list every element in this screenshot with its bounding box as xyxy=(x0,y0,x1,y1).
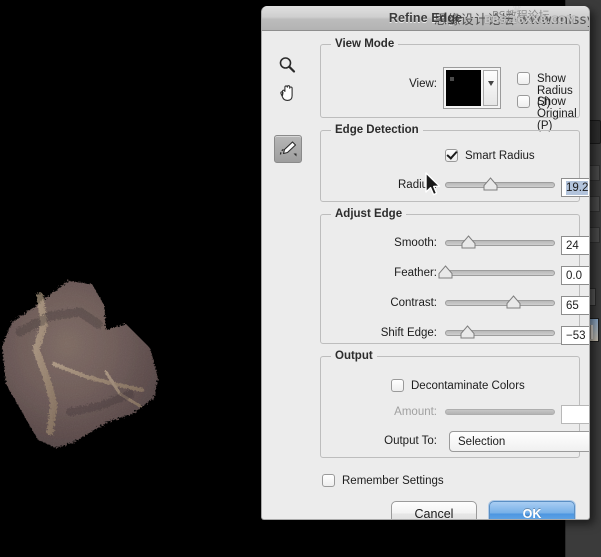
ok-button[interactable]: OK xyxy=(489,501,575,520)
show-original-label: Show Original (P) xyxy=(537,96,579,132)
watermark-forum-name: PS教程论坛 xyxy=(492,7,550,23)
amount-input xyxy=(561,405,590,424)
radius-slider-thumb[interactable] xyxy=(483,177,498,191)
remember-settings-checkbox[interactable] xyxy=(322,474,335,487)
dialog-toolstrip xyxy=(262,30,314,519)
refine-radius-tool-button[interactable] xyxy=(274,135,302,163)
radius-input[interactable]: 19.2 xyxy=(561,178,590,197)
shift-edge-input[interactable]: −53 xyxy=(561,326,590,345)
radius-value: 19.2 xyxy=(566,181,588,195)
edge-detection-group-title: Edge Detection xyxy=(331,124,423,136)
output-group: Output Decontaminate Colors Amount: % Ou… xyxy=(320,356,580,458)
cancel-button[interactable]: Cancel xyxy=(391,501,477,520)
view-label: View: xyxy=(379,78,437,90)
view-mode-group-title: View Mode xyxy=(331,38,398,50)
adjust-edge-group: Adjust Edge Smooth: 24 Feather: 0.0 px C… xyxy=(320,214,580,344)
hand-tool-button[interactable] xyxy=(274,80,300,106)
show-radius-checkbox[interactable] xyxy=(517,72,530,85)
zoom-tool-button[interactable] xyxy=(274,52,300,78)
contrast-input[interactable]: 65 xyxy=(561,296,590,315)
smooth-value: 24 xyxy=(566,240,579,252)
radius-slider-track[interactable] xyxy=(445,182,555,188)
refine-radius-brush-icon xyxy=(278,140,298,158)
output-group-title: Output xyxy=(331,350,377,362)
feather-value: 0.0 xyxy=(566,270,582,282)
contrast-slider-thumb[interactable] xyxy=(506,295,521,309)
output-to-label: Output To: xyxy=(347,435,437,447)
feather-slider-track[interactable] xyxy=(445,270,555,276)
view-mode-preview-dropdown[interactable] xyxy=(443,67,501,109)
shift-edge-value: −53 xyxy=(566,330,586,342)
decontaminate-colors-label: Decontaminate Colors xyxy=(411,380,525,392)
view-mode-preview-thumbnail xyxy=(446,70,481,106)
contrast-label: Contrast: xyxy=(347,297,437,309)
watermark-crown: ♛ xyxy=(512,6,522,16)
smooth-label: Smooth: xyxy=(347,237,437,249)
dialog-title: Refine Edge xyxy=(389,11,462,25)
shift-edge-label: Shift Edge: xyxy=(337,327,437,339)
chevron-down-icon[interactable] xyxy=(483,70,498,106)
dialog-titlebar[interactable]: Refine Edge ♛ 思缘设计论坛 www.missyuan.com PS… xyxy=(262,6,589,31)
amount-slider-track xyxy=(445,409,555,415)
smart-radius-label: Smart Radius xyxy=(465,150,535,162)
decontaminate-colors-checkbox[interactable] xyxy=(391,379,404,392)
output-to-select[interactable]: Selection xyxy=(449,431,590,452)
smooth-input[interactable]: 24 xyxy=(561,236,590,255)
rock-image xyxy=(0,272,212,478)
amount-label: Amount: xyxy=(357,406,437,418)
shift-edge-slider-thumb[interactable] xyxy=(460,325,475,339)
watermark-forum-url: BBS.16XX8.COM xyxy=(484,15,576,26)
hand-icon xyxy=(278,83,297,103)
smooth-slider-thumb[interactable] xyxy=(461,235,476,249)
refine-edge-dialog: Refine Edge ♛ 思缘设计论坛 www.missyuan.com PS… xyxy=(261,6,590,520)
contrast-slider-track[interactable] xyxy=(445,300,555,306)
edge-detection-group: Edge Detection Smart Radius Radius: 19.2… xyxy=(320,130,580,202)
smart-radius-checkbox[interactable] xyxy=(445,149,458,162)
magnifier-icon xyxy=(278,56,296,74)
remember-settings-label: Remember Settings xyxy=(342,475,444,487)
feather-label: Feather: xyxy=(347,267,437,279)
adjust-edge-group-title: Adjust Edge xyxy=(331,208,406,220)
show-original-checkbox[interactable] xyxy=(517,95,530,108)
output-to-value: Selection xyxy=(458,436,505,448)
contrast-value: 65 xyxy=(566,300,579,312)
feather-input[interactable]: 0.0 xyxy=(561,266,590,285)
view-mode-group: View Mode View: Show Radius (J) Show Ori… xyxy=(320,44,580,118)
feather-slider-thumb[interactable] xyxy=(438,265,453,279)
radius-label: Radius: xyxy=(371,179,437,191)
